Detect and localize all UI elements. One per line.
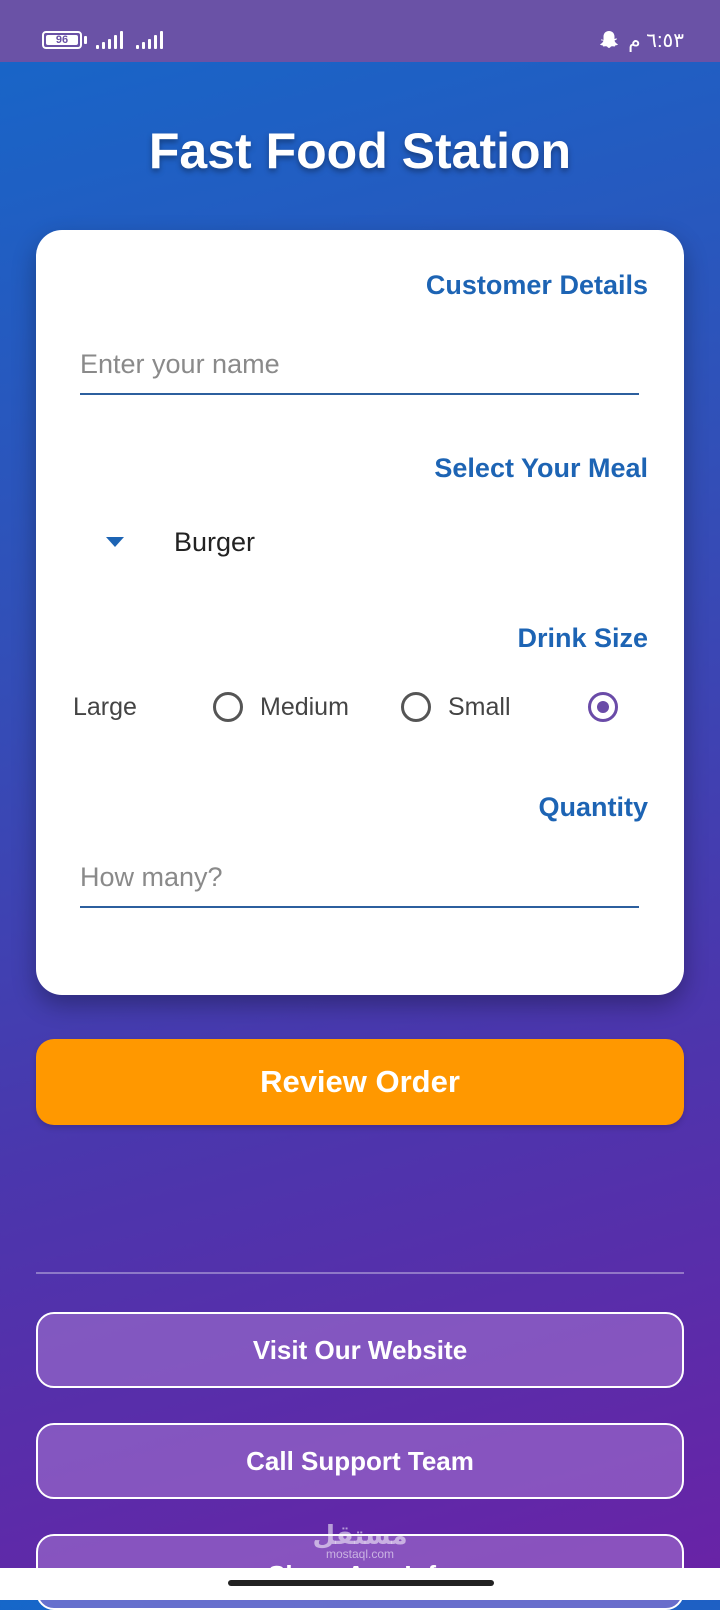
battery-level: 96 xyxy=(46,35,78,46)
radio-label-large: Large xyxy=(73,693,137,721)
battery-icon: 96 xyxy=(42,31,82,49)
order-form-card: Customer Details Select Your Meal Burger… xyxy=(36,230,684,995)
customer-details-heading: Customer Details xyxy=(425,270,648,300)
meal-selected-value: Burger xyxy=(174,526,256,557)
signal-icon-2 xyxy=(136,31,168,49)
call-support-button[interactable]: Call Support Team xyxy=(36,1423,684,1499)
radio-small[interactable] xyxy=(401,692,431,722)
review-order-button[interactable]: Review Order xyxy=(36,1039,684,1125)
status-bar: 96 ٦:٥٣ م xyxy=(0,0,720,62)
app-title: Fast Food Station xyxy=(148,123,572,179)
divider xyxy=(36,1272,684,1274)
snapchat-icon xyxy=(600,31,619,48)
watermark-main: مستقل xyxy=(312,1520,408,1550)
meal-dropdown[interactable]: Burger xyxy=(92,512,572,572)
watermark-logo: مستقل mostaql.com xyxy=(300,1522,420,1560)
status-right: ٦:٥٣ م xyxy=(598,26,684,54)
signal-icon xyxy=(96,31,128,49)
battery-tip xyxy=(84,36,87,44)
status-time: ٦:٥٣ م xyxy=(628,29,684,52)
quantity-heading: Quantity xyxy=(538,792,648,822)
radio-medium[interactable] xyxy=(213,692,243,722)
radio-checked-dot xyxy=(597,701,609,713)
radio-large[interactable] xyxy=(588,692,618,722)
home-indicator[interactable] xyxy=(228,1580,494,1586)
drink-size-heading: Drink Size xyxy=(517,623,648,653)
name-input[interactable] xyxy=(80,335,639,395)
radio-label-small: Small xyxy=(448,693,511,721)
quantity-input[interactable] xyxy=(80,848,639,908)
select-meal-heading: Select Your Meal xyxy=(434,453,648,483)
radio-label-medium: Medium xyxy=(260,693,349,721)
dropdown-arrow-icon xyxy=(106,537,124,547)
visit-website-button[interactable]: Visit Our Website xyxy=(36,1312,684,1388)
